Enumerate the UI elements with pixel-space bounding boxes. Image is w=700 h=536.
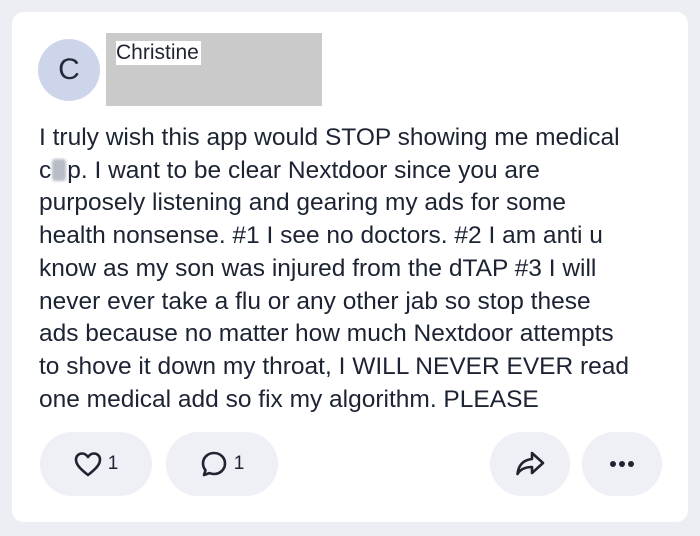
avatar[interactable]: C	[38, 39, 100, 101]
avatar-initial: C	[58, 53, 80, 86]
post-line-8: to shove it down my throat, I WILL NEVER…	[39, 352, 630, 380]
post-line-6: never ever take a flu or any other jab s…	[39, 287, 591, 315]
like-button[interactable]: 1	[40, 432, 152, 496]
post-line-5: know as my son was injured from the dTAP…	[39, 254, 597, 282]
like-count: 1	[107, 453, 119, 474]
post-line-1: I truly wish this app would STOP showing…	[39, 124, 620, 151]
post-line-2-start: c	[39, 156, 52, 184]
comment-count: 1	[233, 453, 245, 474]
heart-icon	[74, 451, 102, 477]
comment-icon	[200, 450, 228, 478]
more-dots-icon	[609, 460, 635, 468]
post-line-4: health nonsense. #1 I see no doctors. #2…	[39, 222, 603, 250]
post-line-9: one medical add so fix my algorithm. PLE…	[39, 385, 539, 413]
post-line-7: ads because no matter how much Nextdoor …	[39, 320, 614, 348]
share-icon	[515, 450, 545, 478]
share-button[interactable]	[490, 432, 570, 496]
post-line-2-rest: . I want to be clear Nextdoor since you …	[80, 156, 540, 184]
post-line-2: c p. I want to be clear Nextdoor since yo…	[39, 155, 671, 188]
author-name[interactable]: Christine	[116, 41, 201, 65]
censored-blur	[52, 158, 67, 181]
post-line-2-mid: p	[67, 156, 81, 184]
more-options-button[interactable]	[582, 432, 662, 496]
post-card: C Christine I truly wish this app would …	[12, 12, 688, 522]
comment-button[interactable]: 1	[166, 432, 278, 496]
post-body: I truly wish this app would STOP showing…	[39, 122, 671, 416]
post-line-3: purposely listening and gearing my ads f…	[39, 189, 567, 217]
